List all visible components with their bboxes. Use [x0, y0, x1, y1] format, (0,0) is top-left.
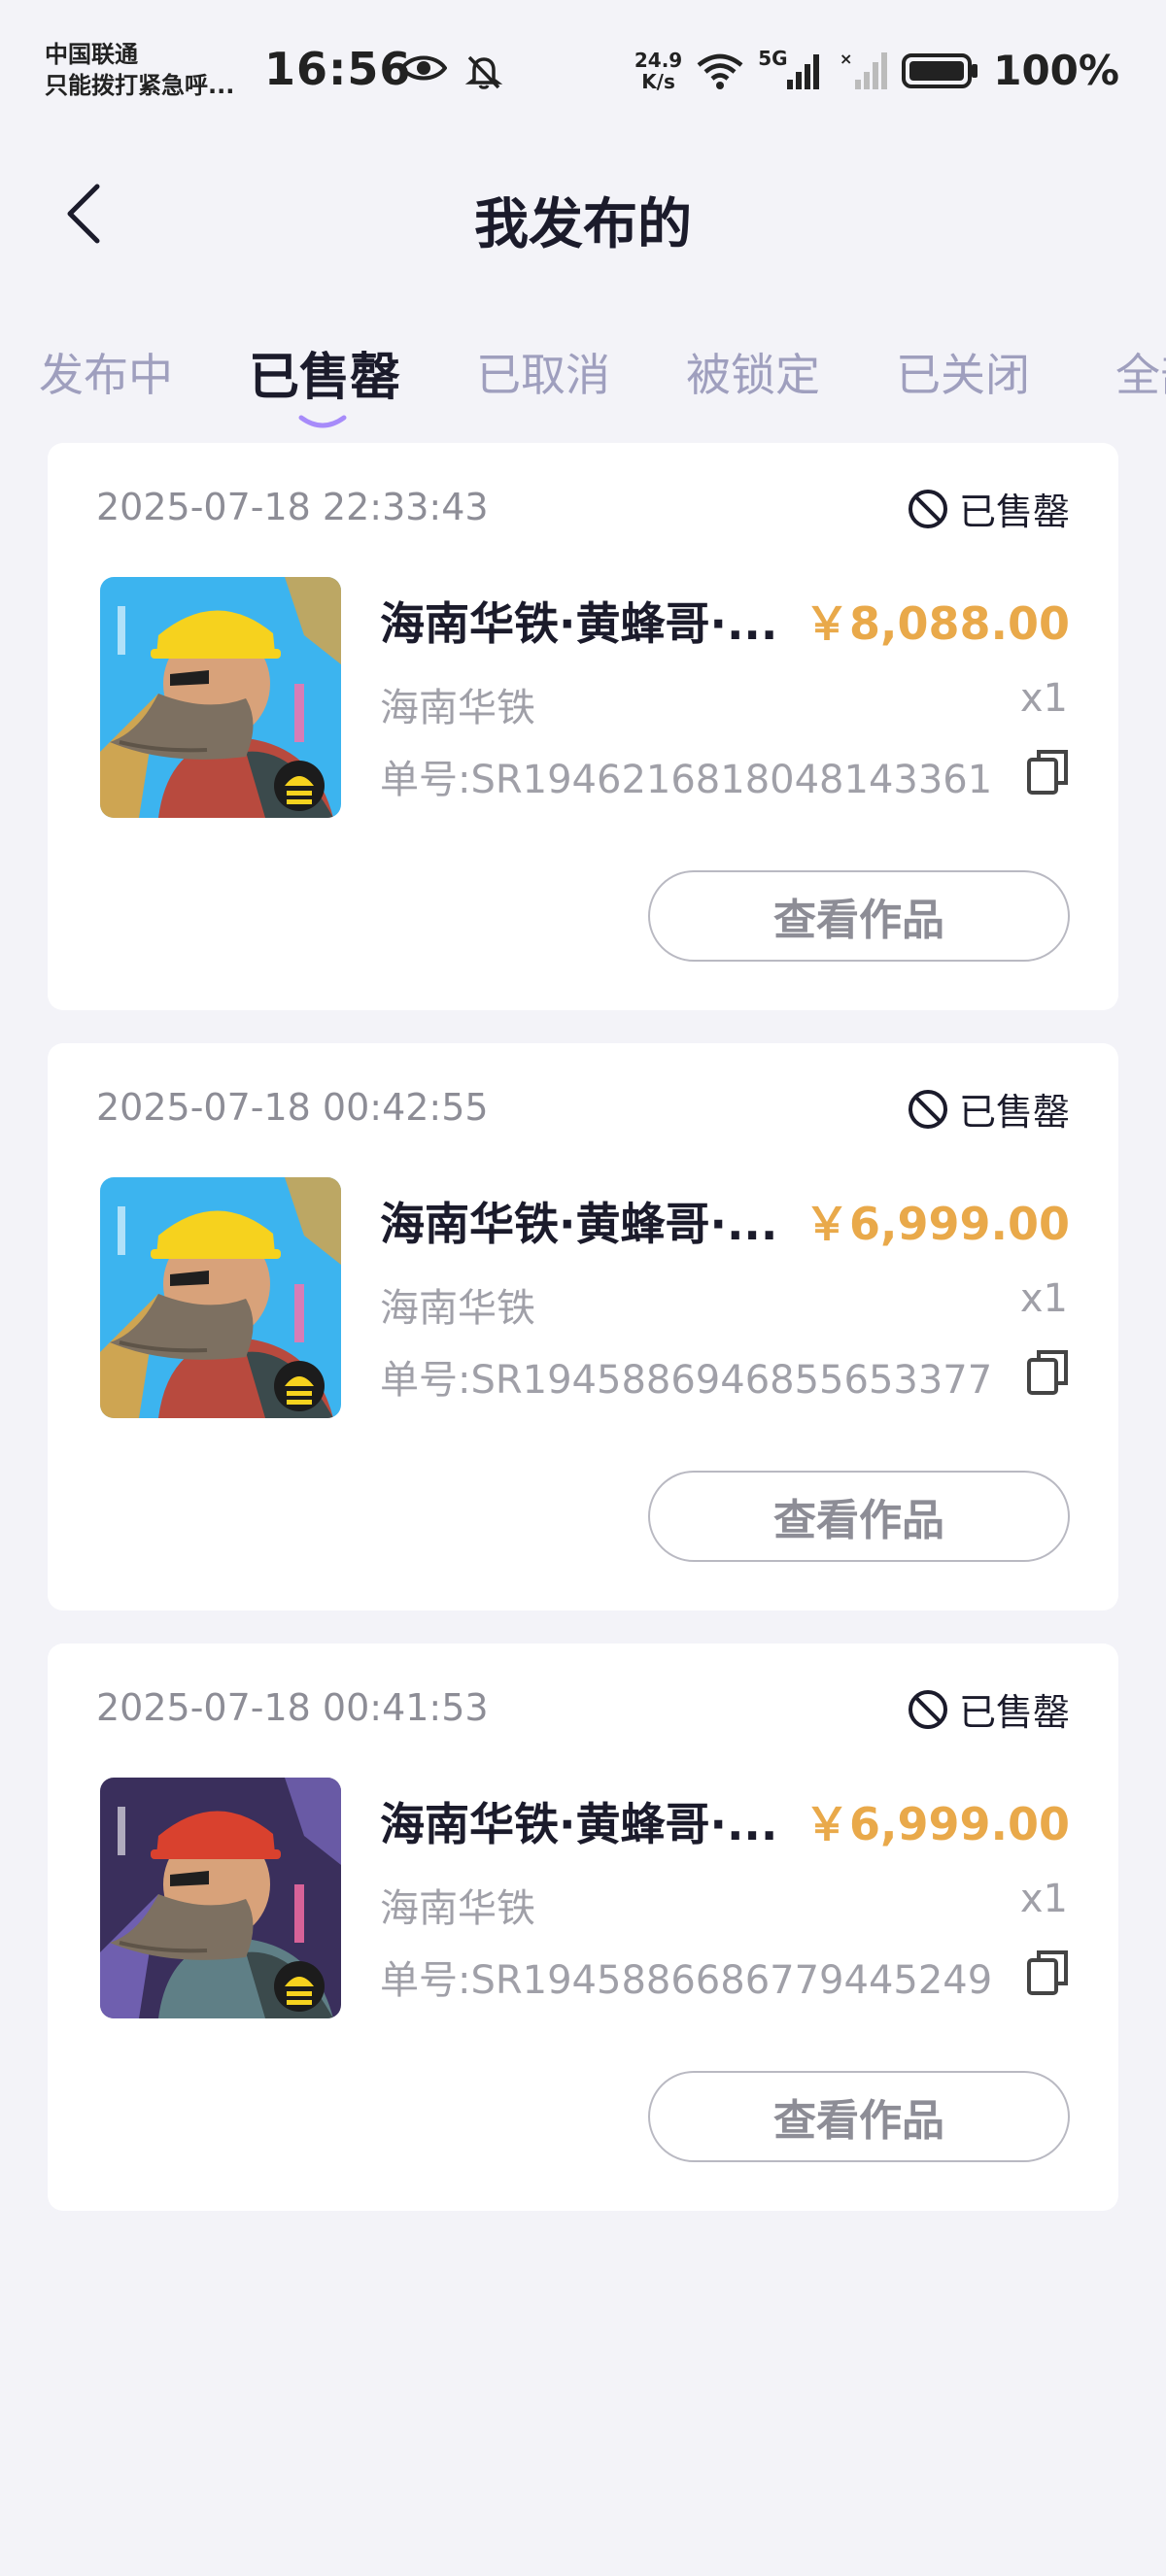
- status-badge: 已售罄: [907, 482, 1070, 535]
- artwork-price: ￥8,088.00: [805, 597, 1070, 650]
- copy-icon[interactable]: [1027, 1348, 1070, 1395]
- carrier-note: 只能拨打紧急呼...: [45, 72, 235, 99]
- eye-icon: [400, 55, 447, 81]
- prohibited-icon: [908, 1689, 947, 1729]
- carrier-info: 中国联通 只能拨打紧急呼...: [45, 39, 234, 101]
- order-number: 单号:SR1946216818048143361: [380, 758, 993, 802]
- page-title: 我发布的: [474, 193, 692, 256]
- order-card: 2025-07-18 00:41:53 已售罄 海南华铁·黄蜂哥·... ￥6,…: [48, 1644, 1118, 2211]
- order-time: 2025-07-18 22:33:43: [96, 486, 489, 528]
- signal-weak-icon: ×: [840, 51, 888, 89]
- artwork-thumbnail[interactable]: [100, 1778, 341, 2018]
- publisher-name: 海南华铁: [380, 1886, 535, 1931]
- active-tab-indicator: [298, 415, 347, 428]
- battery-icon: [902, 52, 978, 88]
- status-badge: 已售罄: [907, 1082, 1070, 1135]
- copy-icon[interactable]: [1027, 1949, 1070, 1995]
- publisher-name: 海南华铁: [380, 686, 535, 730]
- battery-percent: 100%: [993, 47, 1119, 94]
- quantity: x1: [1019, 1877, 1068, 1921]
- tab-publishing[interactable]: 发布中: [39, 340, 173, 404]
- copy-icon[interactable]: [1027, 748, 1070, 795]
- quantity: x1: [1019, 1276, 1068, 1321]
- net-speed: 24.9 K/s: [634, 48, 683, 93]
- status-badge: 已售罄: [907, 1682, 1070, 1736]
- prohibited-icon: [908, 489, 947, 528]
- signal-icon: [787, 53, 820, 89]
- carrier-name: 中国联通: [45, 41, 138, 68]
- tab-all[interactable]: 全部: [1115, 340, 1166, 404]
- status-bar: 中国联通 只能拨打紧急呼... 16:56 24.9 K/s 5G × 100%: [0, 0, 1166, 146]
- artwork-price: ￥6,999.00: [805, 1198, 1070, 1250]
- order-time: 2025-07-18 00:42:55: [96, 1086, 489, 1129]
- tab-sold-out[interactable]: 已售罄: [249, 340, 400, 409]
- status-label: 已售罄: [958, 1691, 1070, 1734]
- status-label: 已售罄: [958, 491, 1070, 533]
- artwork-name: 海南华铁·黄蜂哥·...: [380, 1198, 778, 1250]
- artwork-name: 海南华铁·黄蜂哥·...: [380, 597, 778, 650]
- prohibited-icon: [908, 1089, 947, 1129]
- status-label: 已售罄: [958, 1091, 1070, 1134]
- order-number: 单号:SR1945886946855653377: [380, 1358, 993, 1403]
- svg-text:×: ×: [840, 51, 852, 68]
- artwork-name: 海南华铁·黄蜂哥·...: [380, 1798, 778, 1850]
- tab-locked[interactable]: 被锁定: [686, 340, 820, 404]
- status-time: 16:56: [264, 43, 412, 95]
- wifi-icon: [697, 53, 743, 89]
- order-number: 单号:SR1945886686779445249: [380, 1958, 993, 2003]
- publisher-name: 海南华铁: [380, 1286, 535, 1331]
- view-artwork-button[interactable]: 查看作品: [648, 2071, 1070, 2162]
- tab-closed[interactable]: 已关闭: [896, 340, 1030, 404]
- quantity: x1: [1019, 676, 1068, 721]
- view-artwork-button[interactable]: 查看作品: [648, 870, 1070, 962]
- view-artwork-button[interactable]: 查看作品: [648, 1471, 1070, 1562]
- bell-off-icon: [464, 55, 503, 89]
- tab-cancelled[interactable]: 已取消: [476, 340, 610, 404]
- artwork-price: ￥6,999.00: [805, 1798, 1070, 1850]
- order-time: 2025-07-18 00:41:53: [96, 1686, 489, 1729]
- order-card: 2025-07-18 00:42:55 已售罄 海南华铁·黄蜂哥·... ￥6,…: [48, 1043, 1118, 1610]
- artwork-thumbnail[interactable]: [100, 577, 341, 818]
- status-tabs: 发布中 已售罄 已取消 被锁定 已关闭 全部: [0, 340, 1166, 437]
- order-card: 2025-07-18 22:33:43 已售罄 海南华铁·黄蜂哥·... ￥8,…: [48, 443, 1118, 1010]
- artwork-thumbnail[interactable]: [100, 1177, 341, 1418]
